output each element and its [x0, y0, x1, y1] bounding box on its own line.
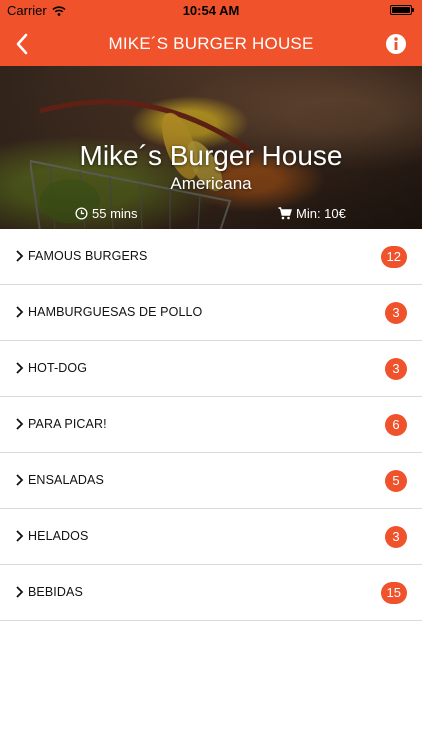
category-row-helados[interactable]: HELADOS 3 — [0, 509, 422, 565]
battery-icon — [390, 5, 414, 15]
item-count-badge: 5 — [385, 470, 407, 492]
item-count-badge: 3 — [385, 358, 407, 380]
category-row-ensaladas[interactable]: ENSALADAS 5 — [0, 453, 422, 509]
chevron-right-icon — [16, 362, 24, 374]
chevron-left-icon — [16, 33, 28, 55]
category-row-para-picar[interactable]: PARA PICAR! 6 — [0, 397, 422, 453]
category-row-hamburguesas-de-pollo[interactable]: HAMBURGUESAS DE POLLO 3 — [0, 285, 422, 341]
category-row-famous-burgers[interactable]: FAMOUS BURGERS 12 — [0, 229, 422, 285]
category-label: HOT-DOG — [28, 361, 88, 375]
clock-icon — [75, 207, 88, 220]
minimum-order-label: Min: 10€ — [296, 206, 346, 221]
category-list: FAMOUS BURGERS 12 HAMBURGUESAS DE POLLO … — [0, 229, 422, 621]
item-count-badge: 12 — [380, 246, 407, 268]
category-row-hot-dog[interactable]: HOT-DOG 3 — [0, 341, 422, 397]
item-count-badge: 6 — [385, 414, 407, 436]
status-bar: Carrier 10:54 AM — [0, 0, 422, 22]
nav-bar: MIKE´S BURGER HOUSE — [0, 22, 422, 66]
info-icon[interactable] — [384, 32, 408, 56]
restaurant-name: Mike´s Burger House — [79, 140, 343, 171]
minimum-order: Min: 10€ — [278, 206, 346, 221]
category-label: PARA PICAR! — [28, 417, 107, 431]
chevron-right-icon — [16, 250, 24, 262]
chevron-right-icon — [16, 586, 24, 598]
category-label: ENSALADAS — [28, 473, 104, 487]
page-title: MIKE´S BURGER HOUSE — [108, 34, 314, 53]
restaurant-cuisine: Americana — [170, 174, 252, 193]
delivery-time-label: 55 mins — [92, 206, 138, 221]
chevron-right-icon — [16, 418, 24, 430]
cart-icon — [278, 207, 292, 220]
delivery-time: 55 mins — [75, 206, 138, 221]
category-label: BEBIDAS — [28, 585, 83, 599]
chevron-right-icon — [16, 474, 24, 486]
category-label: HAMBURGUESAS DE POLLO — [28, 305, 203, 319]
chevron-right-icon — [16, 530, 24, 542]
category-label: HELADOS — [28, 529, 89, 543]
category-label: FAMOUS BURGERS — [28, 249, 148, 263]
item-count-badge: 15 — [380, 582, 407, 604]
item-count-badge: 3 — [385, 526, 407, 548]
item-count-badge: 3 — [385, 302, 407, 324]
status-time: 10:54 AM — [182, 3, 240, 18]
category-row-bebidas[interactable]: BEBIDAS 15 — [0, 565, 422, 621]
chevron-right-icon — [16, 306, 24, 318]
restaurant-header-image: Mike´s Burger House Americana 55 mins Mi… — [0, 66, 422, 229]
back-button[interactable] — [8, 30, 36, 58]
